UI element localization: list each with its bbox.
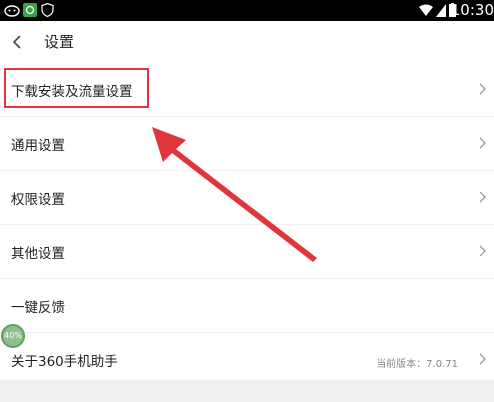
settings-item-label: 其他设置 (11, 246, 65, 262)
floating-progress-badge[interactable]: 40% (1, 324, 25, 348)
status-bar: 10:30 (0, 0, 494, 21)
settings-item-about[interactable]: 关于360手机助手 当前版本：7.0.71 (0, 333, 494, 387)
page-title: 设置 (44, 33, 75, 51)
status-time: 10:30 (450, 1, 494, 19)
badge-value: 40% (4, 331, 22, 340)
app-header: 设置 (0, 21, 494, 64)
version-text: 当前版本：7.0.71 (376, 359, 458, 370)
settings-item-label: 通用设置 (11, 138, 65, 154)
chevron-right-icon (479, 245, 486, 257)
settings-item-download[interactable]: 下载安装及流量设置 (0, 63, 494, 117)
settings-item-label: 一键反馈 (11, 300, 65, 316)
settings-item-label: 关于360手机助手 (11, 354, 118, 370)
bottom-spacer (0, 380, 494, 402)
settings-item-other[interactable]: 其他设置 (0, 225, 494, 279)
signal-icon (436, 4, 446, 17)
settings-item-feedback[interactable]: 一键反馈 (0, 279, 494, 333)
wifi-icon (419, 4, 433, 16)
settings-item-permission[interactable]: 权限设置 (0, 171, 494, 225)
settings-item-general[interactable]: 通用设置 (0, 117, 494, 171)
settings-list: 下载安装及流量设置 通用设置 权限设置 其他设置 一键反馈 关于360手机助手 … (0, 63, 494, 387)
chevron-left-icon[interactable] (8, 27, 28, 57)
chevron-right-icon (479, 353, 486, 365)
cat-icon (4, 5, 20, 17)
chevron-right-icon (479, 191, 486, 203)
chevron-right-icon (479, 83, 486, 95)
shield-icon (41, 3, 54, 17)
settings-item-label: 下载安装及流量设置 (11, 84, 133, 100)
chevron-right-icon (479, 137, 486, 149)
settings-item-label: 权限设置 (11, 192, 65, 208)
android-badge-icon (23, 3, 37, 17)
